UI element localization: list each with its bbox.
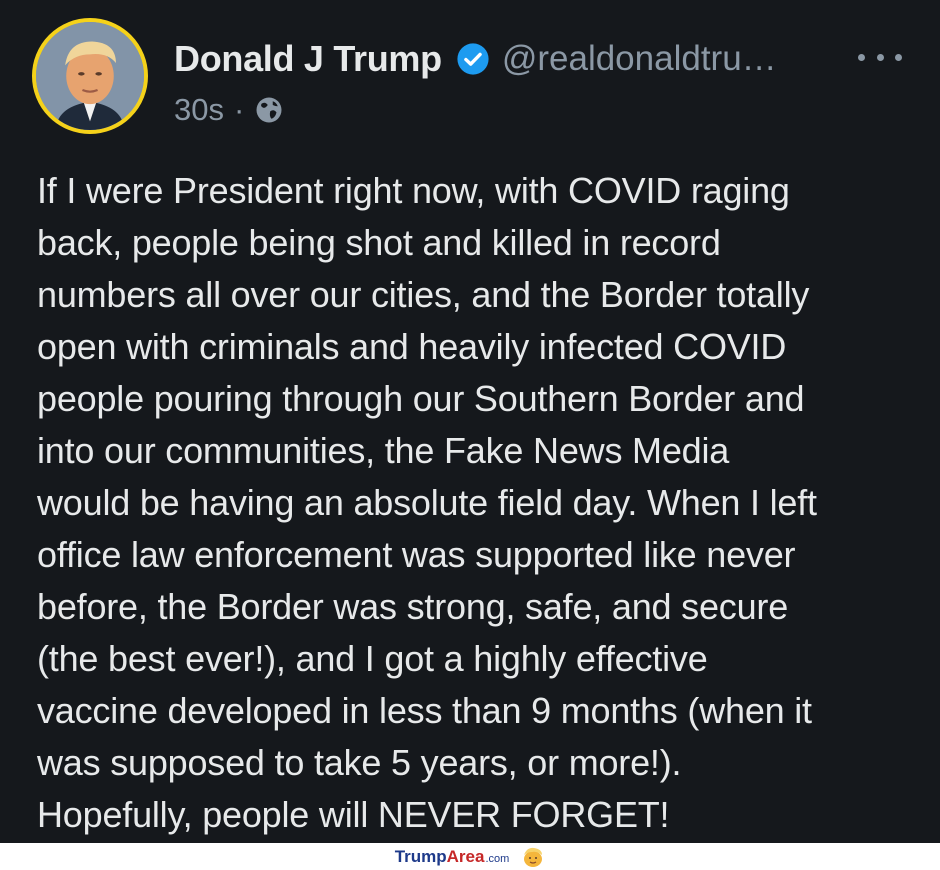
- meta-separator: ·: [233, 92, 245, 127]
- profile-photo: [36, 22, 144, 130]
- watermark-logo-icon: [524, 847, 543, 867]
- post-text: If I were President right now, with COVI…: [37, 170, 817, 835]
- watermark-brand-part1: Trump: [394, 846, 447, 866]
- post-meta: 30s ·: [174, 92, 284, 128]
- watermark: Trump Area .com: [0, 843, 940, 870]
- watermark-brand-part2: Area: [446, 846, 485, 866]
- watermark-domain: .com: [485, 852, 510, 865]
- more-options-icon[interactable]: [858, 42, 902, 72]
- verified-badge-icon: [457, 43, 489, 75]
- globe-icon: [256, 97, 282, 123]
- post-card: Donald J Trump @realdonaldtru… 30s · If …: [0, 0, 940, 843]
- post-timestamp[interactable]: 30s: [174, 92, 224, 128]
- author-row: Donald J Trump @realdonaldtru…: [174, 38, 777, 80]
- author-handle[interactable]: @realdonaldtru…: [502, 39, 777, 79]
- more-dot: [876, 53, 884, 61]
- avatar[interactable]: [32, 18, 148, 134]
- more-dot: [858, 53, 865, 61]
- more-dot: [895, 53, 902, 61]
- author-display-name[interactable]: Donald J Trump: [174, 38, 442, 80]
